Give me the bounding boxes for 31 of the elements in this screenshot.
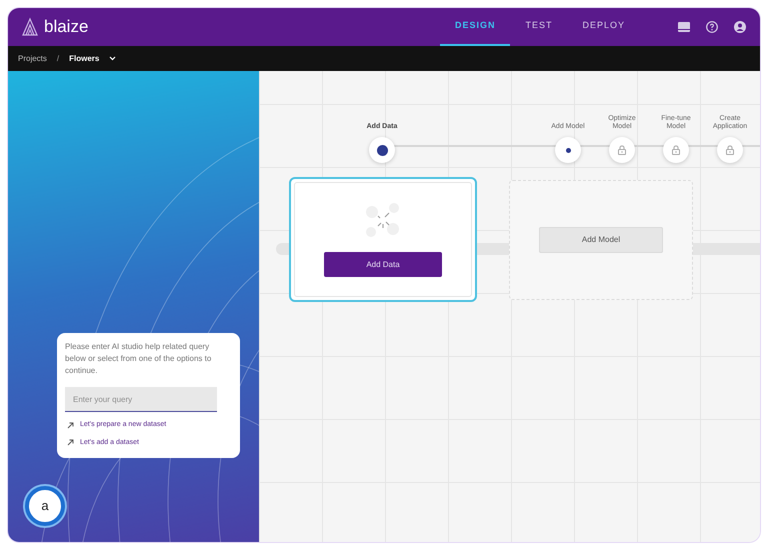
step-node[interactable] xyxy=(663,137,689,163)
breadcrumb-link[interactable]: Projects xyxy=(18,52,47,64)
nav-tab[interactable]: DEPLOY xyxy=(567,8,640,46)
panel-icon[interactable] xyxy=(678,22,690,32)
chevron-down-icon[interactable] xyxy=(109,56,116,61)
nav-tab[interactable]: TEST xyxy=(510,8,568,46)
arrow-icon xyxy=(67,439,74,446)
assistant-message: Please enter AI studio help related query below or select from one of the options to continue. xyxy=(65,341,212,377)
step-node[interactable] xyxy=(369,137,395,163)
step-card[interactable]: Add Data xyxy=(289,177,477,302)
step-node[interactable] xyxy=(555,137,581,163)
step-node[interactable] xyxy=(717,137,743,163)
step-card[interactable]: Add Model xyxy=(509,180,693,300)
lock-icon xyxy=(618,145,626,155)
dot-icon xyxy=(566,148,570,152)
logo-text: blaize xyxy=(44,16,88,38)
account-icon[interactable] xyxy=(734,21,746,33)
add-model-button[interactable]: Add Model xyxy=(539,226,663,252)
add-data-button[interactable]: Add Data xyxy=(324,252,442,277)
query-field[interactable]: Enter your query xyxy=(65,387,217,412)
loading-icon xyxy=(364,202,402,238)
lock-icon xyxy=(672,145,680,155)
logo-icon xyxy=(20,17,40,37)
dot-icon xyxy=(376,144,388,156)
assistant-button[interactable]: a xyxy=(25,486,65,526)
breadcrumb-link[interactable]: Flowers xyxy=(69,52,100,64)
lock-icon xyxy=(726,145,734,155)
breadcrumb-separator: / xyxy=(56,52,60,64)
help-icon[interactable] xyxy=(706,21,718,33)
step-node[interactable] xyxy=(609,137,635,163)
arrow-icon xyxy=(67,422,74,429)
